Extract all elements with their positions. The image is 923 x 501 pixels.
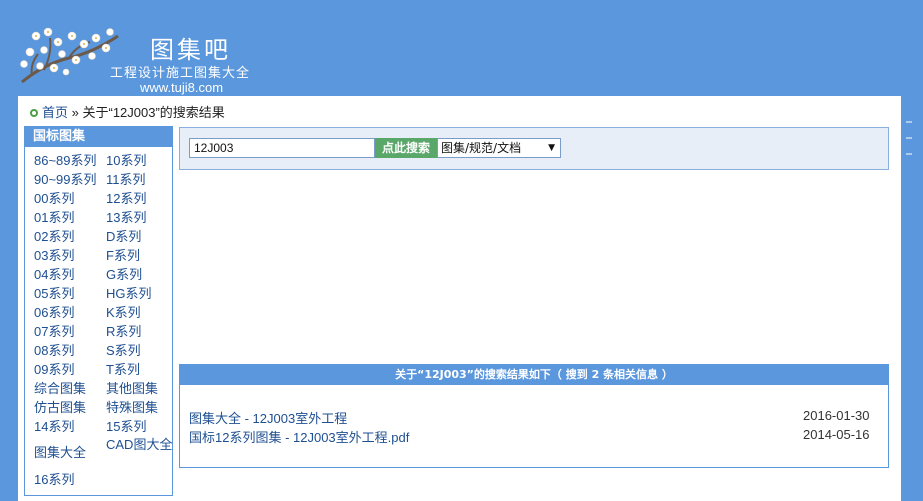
sidebar-item[interactable]: 13系列: [106, 208, 178, 227]
sidebar-item[interactable]: 11系列: [106, 170, 178, 189]
search-type-value: 图集/规范/文档: [441, 141, 522, 155]
sidebar-item[interactable]: 10系列: [106, 151, 178, 170]
sidebar-title: 国标图集: [25, 127, 172, 147]
main-panel: 首页 » 关于“12J003”的搜索结果 国标图集 86~89系列 10系列 9…: [18, 96, 901, 501]
sidebar-item[interactable]: 16系列: [34, 470, 106, 489]
sidebar-item[interactable]: D系列: [106, 227, 178, 246]
category-sidebar: 国标图集 86~89系列 10系列 90~99系列 11系列 00系列 12系列…: [24, 126, 173, 496]
sidebar-item[interactable]: 09系列: [34, 360, 106, 379]
list-item: 图集大全 - 12J003室外工程 2016-01-30: [189, 408, 870, 427]
plum-blossom-logo-icon: [20, 27, 119, 84]
sidebar-item[interactable]: 01系列: [34, 208, 106, 227]
sidebar-item[interactable]: R系列: [106, 322, 178, 341]
bullet-icon: [30, 109, 38, 117]
sidebar-item[interactable]: 07系列: [34, 322, 106, 341]
sidebar-item[interactable]: F系列: [106, 246, 178, 265]
sidebar-item[interactable]: 15系列: [106, 417, 178, 436]
search-type-select[interactable]: 图集/规范/文档 ▼: [437, 138, 561, 158]
site-slogan: 工程设计施工图集大全: [110, 66, 251, 81]
edge-marks-icon: [906, 121, 912, 155]
breadcrumb-home-link[interactable]: 首页: [42, 105, 68, 120]
search-button[interactable]: 点此搜索: [375, 138, 437, 158]
breadcrumb: 首页 » 关于“12J003”的搜索结果: [30, 102, 225, 121]
sidebar-item[interactable]: T系列: [106, 360, 178, 379]
sidebar-item[interactable]: 图集大全: [34, 436, 106, 470]
result-date: 2014-05-16: [803, 427, 870, 442]
sidebar-item[interactable]: 05系列: [34, 284, 106, 303]
site-header: 图集吧 工程设计施工图集大全 www.tuji8.com: [0, 0, 923, 96]
sidebar-item[interactable]: 仿古图集: [34, 398, 106, 417]
site-name: 图集吧: [150, 36, 231, 64]
sidebar-item[interactable]: 00系列: [34, 189, 106, 208]
sidebar-item[interactable]: 其他图集: [106, 379, 178, 398]
sidebar-item[interactable]: K系列: [106, 303, 178, 322]
sidebar-item[interactable]: 86~89系列: [34, 151, 106, 170]
sidebar-item[interactable]: 12系列: [106, 189, 178, 208]
sidebar-item[interactable]: 06系列: [34, 303, 106, 322]
result-link[interactable]: 图集大全 - 12J003室外工程: [189, 411, 347, 426]
search-results: 关于“12J003”的搜索结果如下（ 搜到 2 条相关信息 ） 图集大全 - 1…: [179, 364, 889, 468]
result-link[interactable]: 国标12系列图集 - 12J003室外工程.pdf: [189, 430, 409, 445]
sidebar-item[interactable]: S系列: [106, 341, 178, 360]
breadcrumb-current: 关于“12J003”的搜索结果: [82, 105, 225, 120]
result-date: 2016-01-30: [803, 408, 870, 423]
site-url: www.tuji8.com: [140, 80, 224, 95]
sidebar-item[interactable]: HG系列: [106, 284, 178, 303]
sidebar-item[interactable]: CAD图大全: [106, 436, 178, 470]
sidebar-item[interactable]: 03系列: [34, 246, 106, 265]
sidebar-item[interactable]: 90~99系列: [34, 170, 106, 189]
sidebar-item[interactable]: 特殊图集: [106, 398, 178, 417]
search-bar: 点此搜索 图集/规范/文档 ▼: [179, 127, 889, 170]
sidebar-item[interactable]: 综合图集: [34, 379, 106, 398]
sidebar-item[interactable]: 02系列: [34, 227, 106, 246]
search-input[interactable]: [189, 138, 375, 158]
sidebar-item[interactable]: 08系列: [34, 341, 106, 360]
sidebar-item[interactable]: 14系列: [34, 417, 106, 436]
results-header: 关于“12J003”的搜索结果如下（ 搜到 2 条相关信息 ）: [180, 365, 888, 385]
sidebar-item[interactable]: G系列: [106, 265, 178, 284]
breadcrumb-separator: »: [71, 105, 79, 120]
sidebar-item[interactable]: 04系列: [34, 265, 106, 284]
dropdown-arrow-icon: ▼: [548, 143, 555, 153]
list-item: 国标12系列图集 - 12J003室外工程.pdf 2014-05-16: [189, 427, 870, 446]
series-list: 86~89系列 10系列 90~99系列 11系列 00系列 12系列 01系列…: [25, 147, 172, 489]
